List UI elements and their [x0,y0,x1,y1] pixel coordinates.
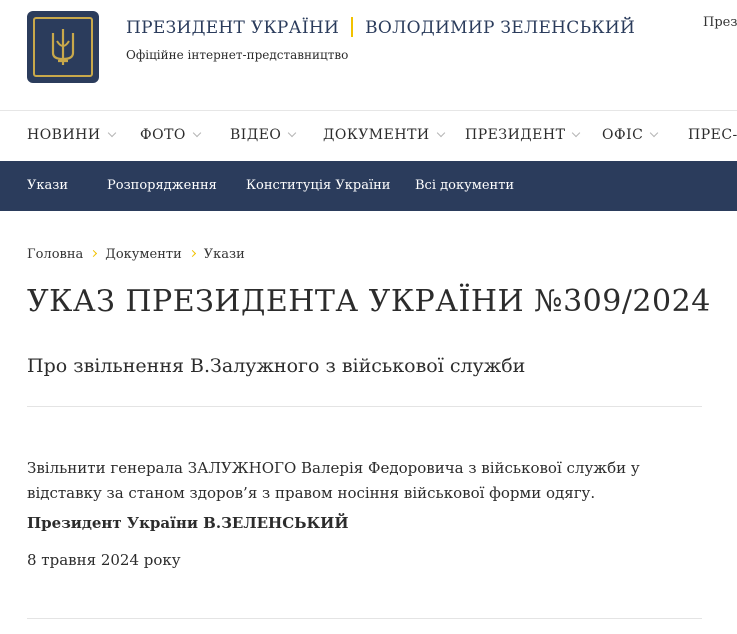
nav-label: ПРЕС-Ц [688,127,737,143]
divider [27,406,702,407]
title-separator [351,17,354,37]
top-right-link[interactable]: Прези [703,15,737,30]
nav-item-office[interactable]: ОФІС [602,127,659,143]
document-body: Звільнити генерала ЗАЛУЖНОГО Валерія Фед… [27,459,640,502]
document-signature: Президент України В.ЗЕЛЕНСЬКИЙ [27,514,349,532]
breadcrumb-documents[interactable]: Документи [105,247,182,262]
nav-label: НОВИНИ [27,127,101,143]
nav-label: ПРЕЗИДЕНТ [465,127,566,143]
documents-subnav: Укази Розпорядження Конституція України … [0,161,737,211]
page-title: УКАЗ ПРЕЗИДЕНТА УКРАЇНИ №309/2024 [27,284,711,319]
subnav-item-orders[interactable]: Розпорядження [107,178,217,193]
divider [27,618,702,619]
chevron-down-icon [192,128,202,138]
nav-item-press[interactable]: ПРЕС-Ц [688,127,737,143]
document-date: 8 травня 2024 року [27,551,181,569]
site-title-left: ПРЕЗИДЕНТ УКРАЇНИ [126,18,340,38]
nav-item-video[interactable]: ВІДЕО [230,127,297,143]
chevron-down-icon [436,128,445,138]
nav-label: ВІДЕО [230,127,282,143]
nav-item-president[interactable]: ПРЕЗИДЕНТ [465,127,581,143]
chevron-down-icon [572,128,581,138]
main-nav: НОВИНИ ФОТО ВІДЕО ДОКУМЕНТИ ПРЕЗИДЕНТ ОФ… [0,111,737,161]
breadcrumb-home[interactable]: Головна [27,247,83,262]
chevron-down-icon [650,128,659,138]
trident-icon [33,17,93,77]
nav-item-documents[interactable]: ДОКУМЕНТИ [323,127,445,143]
chevron-right-icon [90,249,98,258]
site-title[interactable]: ПРЕЗИДЕНТ УКРАЇНИ ВОЛОДИМИР ЗЕЛЕНСЬКИЙ [126,17,635,38]
nav-item-photo[interactable]: ФОТО [140,127,202,143]
site-title-right: ВОЛОДИМИР ЗЕЛЕНСЬКИЙ [365,18,636,38]
subnav-item-decrees[interactable]: Укази [27,178,68,193]
nav-label: ОФІС [602,127,644,143]
document-subtitle: Про звільнення В.Залужного з військової … [27,355,526,377]
site-subtitle: Офіційне інтернет-представництво [126,48,349,62]
subnav-item-all-documents[interactable]: Всі документи [415,178,514,193]
site-logo[interactable] [27,11,99,83]
chevron-down-icon [107,128,116,138]
site-header: ПРЕЗИДЕНТ УКРАЇНИ ВОЛОДИМИР ЗЕЛЕНСЬКИЙ Оф… [0,0,737,111]
breadcrumb-decrees[interactable]: Укази [204,247,245,262]
nav-item-news[interactable]: НОВИНИ [27,127,116,143]
chevron-down-icon [288,128,297,138]
chevron-right-icon [188,249,196,258]
nav-label: ДОКУМЕНТИ [323,127,430,143]
subnav-item-constitution[interactable]: Конституція України [246,178,390,193]
nav-label: ФОТО [140,127,186,143]
breadcrumb: Головна Документи Укази [27,247,245,262]
